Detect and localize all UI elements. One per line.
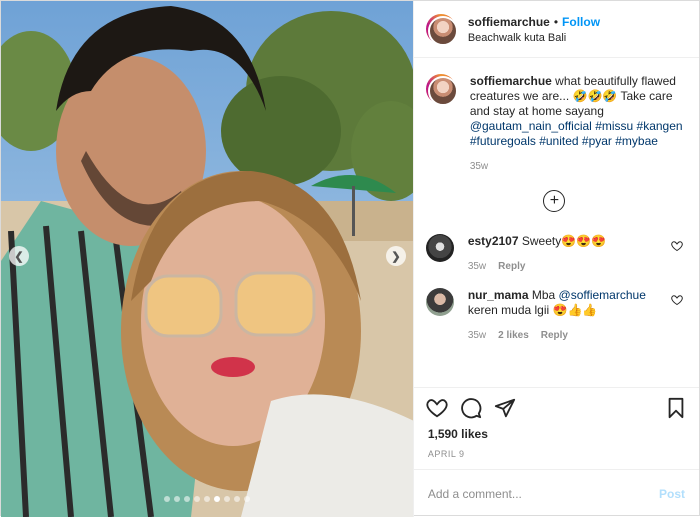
comment-username[interactable]: nur_mama [468,288,529,302]
reply-button[interactable]: Reply [541,328,568,343]
caption-body: soffiemarchue what beautifully flawed cr… [470,74,683,174]
comment-body: esty2107 Sweety😍😍😍 35w Reply [468,234,663,274]
heart-icon[interactable] [671,294,683,306]
comment-text: esty2107 Sweety😍😍😍 [468,234,663,249]
caption-text: soffiemarchue what beautifully flawed cr… [470,74,683,149]
load-more-comments[interactable]: + [426,190,683,212]
comment-avatar[interactable] [425,288,454,316]
carousel-dot [214,496,220,502]
post-date[interactable]: APRIL 9 [414,445,699,469]
comments-section: soffiemarchue what beautifully flawed cr… [414,58,699,387]
comment-body: nur_mama Mba @soffiemarchue keren muda l… [468,288,663,343]
carousel-dot [194,496,200,502]
heart-icon[interactable] [671,240,683,252]
carousel-dot [204,496,210,502]
carousel-indicator [164,496,250,502]
post-button[interactable]: Post [659,487,685,501]
comment-text: nur_mama Mba @soffiemarchue keren muda l… [468,288,663,318]
add-comment-bar: Post [413,469,699,517]
comment-bubble-icon[interactable] [460,397,482,419]
carousel-dot [174,496,180,502]
header-line: soffiemarchue • Follow [468,15,600,29]
caption-avatar[interactable] [425,74,458,106]
comment-meta: 35w 2 likes Reply [468,328,663,343]
caption-username[interactable]: soffiemarchue [470,74,552,88]
follow-button[interactable]: Follow [562,15,600,29]
carousel-dot [244,496,250,502]
caption-mention-link[interactable]: @gautam_nain_official [470,119,592,133]
carousel-dot [234,496,240,502]
caption: soffiemarchue what beautifully flawed cr… [425,74,683,174]
likes-count[interactable]: 1,590 likes [414,427,699,445]
avatar[interactable] [425,14,458,46]
header-username[interactable]: soffiemarchue [468,15,550,29]
instagram-post: ❮ ❯ soffiemarchue • Follow Beachwalk kut… [0,0,700,517]
chevron-left-icon: ❮ [14,250,24,263]
carousel-dot [164,496,170,502]
post-header: soffiemarchue • Follow Beachwalk kuta Ba… [413,1,699,58]
carousel-dot [184,496,190,502]
comment-item: esty2107 Sweety😍😍😍 35w Reply [425,234,683,274]
bookmark-icon[interactable] [665,397,687,419]
reply-button[interactable]: Reply [498,259,525,274]
comment-meta: 35w Reply [468,259,663,274]
action-bar [413,387,699,427]
carousel-next-button[interactable]: ❯ [386,246,406,266]
caption-meta: 35w [470,159,683,174]
paper-plane-icon[interactable] [494,397,516,419]
comment-likes[interactable]: 2 likes [498,328,529,343]
post-photo[interactable]: ❮ ❯ [1,1,413,517]
comment-mention-link[interactable]: @soffiemarchue [559,288,646,302]
carousel-dot [224,496,230,502]
comment-item: nur_mama Mba @soffiemarchue keren muda l… [425,288,683,343]
comment-text-after: keren muda lgii 😍👍👍 [467,303,598,317]
comment-text-main: Mba [528,288,559,302]
comment-time: 35w [467,330,487,341]
chevron-right-icon: ❯ [391,250,401,263]
comment-time: 35w [467,261,487,272]
location-link[interactable]: Beachwalk kuta Bali [468,32,600,44]
carousel-prev-button[interactable]: ❮ [9,246,29,266]
comment-username[interactable]: esty2107 [468,234,519,248]
plus-circle-icon[interactable]: + [543,190,566,212]
comment-text-main: Sweety😍😍😍 [518,234,607,248]
heart-icon[interactable] [426,397,448,419]
header-text: soffiemarchue • Follow Beachwalk kuta Ba… [468,15,600,44]
comment-avatar[interactable] [425,234,454,262]
post-details-panel: soffiemarchue • Follow Beachwalk kuta Ba… [412,1,699,517]
separator: • [553,14,559,29]
comment-input[interactable] [427,486,659,501]
caption-time: 35w [469,161,489,172]
selfie-image [1,1,413,517]
